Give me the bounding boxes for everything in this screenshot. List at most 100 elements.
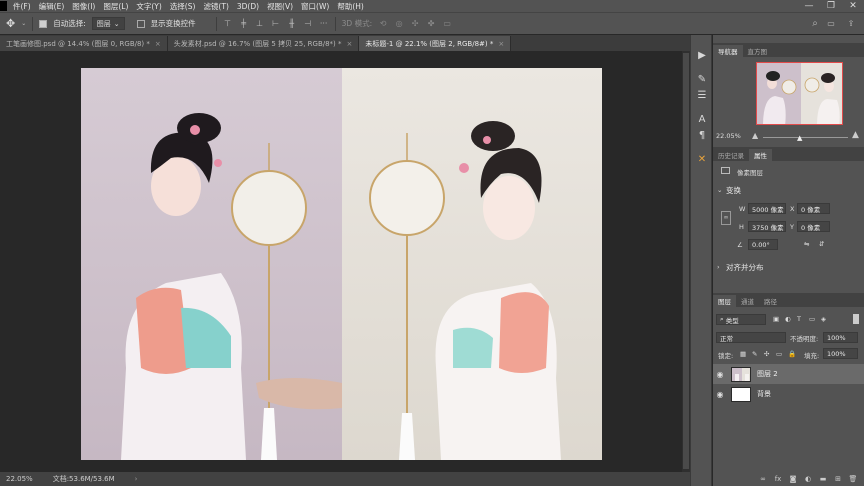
fill-input[interactable]: 100% bbox=[823, 348, 858, 359]
tab-paths[interactable]: 路径 bbox=[759, 295, 782, 307]
zoom-out-icon[interactable]: ▲ bbox=[752, 131, 758, 140]
brush-settings-icon[interactable]: ✎ bbox=[695, 73, 709, 87]
menu-3d[interactable]: 3D(D) bbox=[233, 2, 263, 11]
3d-pan-icon[interactable]: ✣ bbox=[410, 19, 420, 29]
close-icon[interactable]: × bbox=[498, 40, 504, 48]
menu-layer[interactable]: 图层(L) bbox=[99, 1, 132, 12]
lock-artboard-icon[interactable]: ▭ bbox=[776, 350, 782, 358]
document-canvas[interactable] bbox=[81, 68, 602, 460]
move-tool-icon[interactable]: ✥ bbox=[6, 17, 15, 30]
lock-pixels-icon[interactable]: ✎ bbox=[752, 350, 757, 358]
y-input[interactable]: 0 像素 bbox=[797, 221, 830, 232]
opacity-input[interactable]: 100% bbox=[823, 332, 858, 343]
tab-untitled-1[interactable]: 未标题-1 @ 22.1% (图层 2, RGB/8#) * × bbox=[359, 36, 512, 51]
zoom-slider-handle[interactable]: ▲ bbox=[797, 134, 802, 142]
x-input[interactable]: 0 像素 bbox=[797, 203, 830, 214]
3d-scale-icon[interactable]: ▭ bbox=[442, 19, 452, 29]
3d-slide-icon[interactable]: ✤ bbox=[426, 19, 436, 29]
tab-layers[interactable]: 图层 bbox=[713, 295, 736, 307]
menu-type[interactable]: 文字(Y) bbox=[132, 1, 165, 12]
menu-window[interactable]: 窗口(W) bbox=[297, 1, 333, 12]
share-icon[interactable]: ⇪ bbox=[846, 19, 856, 29]
auto-select-checkbox[interactable] bbox=[39, 19, 48, 28]
sliders-icon[interactable]: ☰ bbox=[695, 89, 709, 103]
tab-hair-material[interactable]: 头发素材.psd @ 16.7% (图层 5 拷贝 25, RGB/8*) * … bbox=[167, 36, 360, 51]
align-bottom-icon[interactable]: ⊥ bbox=[255, 19, 265, 29]
fx-icon[interactable]: fx bbox=[773, 474, 783, 484]
new-layer-icon[interactable]: ⊞ bbox=[833, 474, 843, 484]
menu-filter[interactable]: 滤镜(T) bbox=[199, 1, 232, 12]
more-options-icon[interactable]: ··· bbox=[319, 19, 329, 29]
trash-icon[interactable]: 🗑 bbox=[848, 474, 858, 484]
filter-shape-icon[interactable]: ▭ bbox=[809, 315, 815, 323]
tab-gongbi[interactable]: 工笔画修图.psd @ 14.4% (图层 0, RGB/8) * × bbox=[0, 36, 168, 51]
chevron-down-icon[interactable]: ⌄ bbox=[717, 186, 722, 194]
eye-icon[interactable]: ◉ bbox=[713, 370, 727, 379]
restore-button[interactable]: ❐ bbox=[820, 1, 842, 11]
adjustment-icon[interactable]: ◐ bbox=[803, 474, 813, 484]
angle-input[interactable]: 0.00° bbox=[748, 239, 778, 250]
menu-select[interactable]: 选择(S) bbox=[166, 1, 200, 12]
chevron-right-icon[interactable]: › bbox=[135, 475, 138, 483]
lock-all-icon[interactable]: 🔒 bbox=[788, 350, 796, 358]
workspace-icon[interactable]: ▭ bbox=[826, 19, 836, 29]
width-input[interactable]: 5000 像素 bbox=[748, 203, 786, 214]
chevron-right-icon[interactable]: › bbox=[717, 263, 720, 271]
tab-history[interactable]: 历史记录 bbox=[713, 149, 749, 161]
layer-row-layer-2[interactable]: ◉ 图层 2 bbox=[713, 364, 864, 384]
paragraph-icon[interactable]: ¶ bbox=[695, 129, 709, 143]
search-icon[interactable]: ⌕ bbox=[810, 18, 820, 29]
zoom-in-icon[interactable]: ▲ bbox=[852, 130, 859, 140]
blend-mode-dropdown[interactable]: 正常 bbox=[716, 332, 786, 343]
layer-row-background[interactable]: ◉ 背景 bbox=[713, 384, 864, 404]
close-button[interactable]: ✕ bbox=[842, 1, 864, 11]
tool-preset-dropdown-icon[interactable]: ⌄ bbox=[21, 20, 26, 27]
scrollbar-thumb[interactable] bbox=[683, 53, 689, 469]
flip-horizontal-icon[interactable]: ⇋ bbox=[804, 240, 809, 248]
layer-filter-dropdown[interactable]: ⌕ 类型 bbox=[716, 314, 766, 325]
status-zoom[interactable]: 22.05% bbox=[6, 475, 33, 483]
filter-smart-icon[interactable]: ◈ bbox=[821, 315, 826, 323]
3d-orbit-icon[interactable]: ⟲ bbox=[378, 19, 388, 29]
lock-position-icon[interactable]: ✣ bbox=[764, 350, 769, 358]
vertical-scrollbar[interactable] bbox=[682, 51, 690, 472]
character-icon[interactable]: A bbox=[695, 113, 709, 127]
menu-edit[interactable]: 编辑(E) bbox=[35, 1, 69, 12]
flip-vertical-icon[interactable]: ⇵ bbox=[819, 240, 824, 248]
folder-icon[interactable]: ▬ bbox=[818, 474, 828, 484]
eye-icon[interactable]: ◉ bbox=[713, 390, 727, 399]
mask-icon[interactable]: ◙ bbox=[788, 474, 798, 484]
align-left-icon[interactable]: ⊢ bbox=[271, 19, 281, 29]
play-icon[interactable]: ▶ bbox=[695, 49, 709, 63]
tab-navigator[interactable]: 导航器 bbox=[713, 45, 743, 57]
menu-image[interactable]: 图像(I) bbox=[68, 1, 99, 12]
filter-toggle[interactable] bbox=[853, 314, 859, 324]
navigator-zoom-value[interactable]: 22.05% bbox=[716, 132, 741, 140]
menu-file[interactable]: 件(F) bbox=[9, 1, 35, 12]
show-transform-checkbox[interactable] bbox=[136, 19, 145, 28]
align-top-icon[interactable]: ⊤ bbox=[223, 19, 233, 29]
3d-roll-icon[interactable]: ◎ bbox=[394, 19, 404, 29]
close-icon[interactable]: × bbox=[347, 40, 353, 48]
align-hcenter-icon[interactable]: ╫ bbox=[287, 19, 297, 29]
lock-transparent-icon[interactable]: ▦ bbox=[740, 350, 746, 358]
tab-histogram[interactable]: 直方图 bbox=[743, 45, 773, 57]
auto-select-dropdown[interactable]: 图层 ⌄ bbox=[91, 17, 125, 30]
align-vcenter-icon[interactable]: ╪ bbox=[239, 19, 249, 29]
tab-properties[interactable]: 属性 bbox=[749, 149, 772, 161]
navigator-thumbnail[interactable] bbox=[756, 62, 843, 125]
close-icon[interactable]: × bbox=[155, 40, 161, 48]
height-input[interactable]: 3750 像素 bbox=[748, 221, 786, 232]
filter-type-icon[interactable]: T bbox=[797, 315, 801, 323]
filter-pixel-icon[interactable]: ▣ bbox=[773, 315, 779, 323]
tools-cross-icon[interactable]: ✕ bbox=[695, 153, 709, 167]
menu-help[interactable]: 帮助(H) bbox=[333, 1, 368, 12]
align-right-icon[interactable]: ⊣ bbox=[303, 19, 313, 29]
tab-channels[interactable]: 通道 bbox=[736, 295, 759, 307]
zoom-slider-track[interactable] bbox=[763, 137, 848, 138]
menu-view[interactable]: 视图(V) bbox=[263, 1, 297, 12]
link-dimensions-icon[interactable]: ∞ bbox=[721, 211, 731, 225]
filter-adjust-icon[interactable]: ◐ bbox=[785, 315, 791, 323]
link-icon[interactable]: ∞ bbox=[758, 474, 768, 484]
minimize-button[interactable]: — bbox=[798, 1, 820, 11]
